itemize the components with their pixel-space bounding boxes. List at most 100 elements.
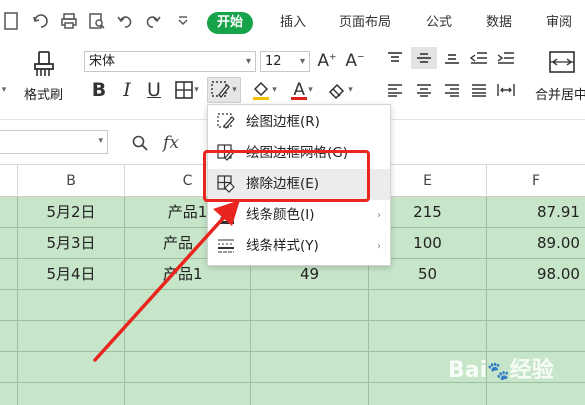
save-icon[interactable] [30, 10, 52, 32]
table-row [0, 290, 585, 321]
cell-d[interactable] [251, 352, 369, 383]
chevron-down-icon: ▾ [194, 85, 199, 95]
column-header-b[interactable]: B [18, 165, 125, 197]
fill-color-button[interactable]: ▾ [247, 78, 281, 102]
align-center-icon [417, 84, 431, 97]
cell-f[interactable] [487, 290, 585, 321]
cell-b[interactable]: 5月2日 [18, 197, 125, 228]
clear-format-button[interactable]: ▾ [323, 78, 357, 102]
insert-function-button[interactable]: fx [158, 132, 184, 154]
cell-a[interactable] [0, 383, 18, 405]
cell-c[interactable] [125, 383, 251, 405]
font-name-select[interactable]: 宋体 ▾ [84, 51, 256, 72]
align-right-icon [445, 84, 459, 97]
align-top-button[interactable] [384, 48, 406, 68]
grow-font-icon: A+ [317, 51, 337, 71]
zoom-icon[interactable] [130, 133, 150, 153]
watermark-logo: Bai🐾经验 [448, 358, 554, 383]
align-top-icon [388, 52, 402, 62]
tab-page-layout[interactable]: 页面布局 [334, 12, 396, 34]
cell-c[interactable] [125, 321, 251, 352]
cell-d[interactable] [251, 290, 369, 321]
chevron-down-icon: ▾ [232, 85, 237, 95]
cell-a[interactable] [0, 228, 18, 259]
align-bottom-button[interactable] [441, 48, 463, 68]
menu-item-line-color[interactable]: 线条颜色(I) › [208, 200, 390, 231]
cell-b[interactable]: 5月4日 [18, 259, 125, 290]
cell-b[interactable] [18, 321, 125, 352]
print-preview-icon[interactable] [86, 10, 108, 32]
grow-font-button[interactable]: A+ [316, 50, 338, 72]
cell-f[interactable]: 98.00 [487, 259, 585, 290]
cell-a[interactable] [0, 321, 18, 352]
cell-b[interactable] [18, 383, 125, 405]
tab-data[interactable]: 数据 [483, 12, 515, 34]
tab-formulas[interactable]: 公式 [423, 12, 455, 34]
shrink-font-icon: A− [345, 51, 365, 71]
cell-f[interactable]: 87.91 [487, 197, 585, 228]
print-icon[interactable] [58, 10, 80, 32]
decrease-indent-button[interactable] [468, 48, 490, 68]
line-color-icon [218, 209, 234, 224]
title-bar: 开始 插入 页面布局 公式 数据 审阅 [0, 0, 585, 42]
distributed-align-button[interactable] [495, 80, 517, 100]
align-middle-button[interactable] [411, 47, 437, 69]
italic-button[interactable]: I [116, 78, 138, 102]
tab-insert[interactable]: 插入 [276, 12, 310, 34]
menu-item-draw-border[interactable]: 绘图边框(R) [208, 107, 390, 138]
bold-button[interactable]: B [88, 78, 110, 102]
cell-d[interactable] [251, 383, 369, 405]
font-size-select[interactable]: 12 ▾ [260, 51, 310, 72]
font-size-value: 12 [265, 54, 282, 69]
menu-item-line-style[interactable]: 线条样式(Y) › [208, 231, 390, 262]
cell-f[interactable] [487, 321, 585, 352]
column-header-f[interactable]: F [487, 165, 585, 197]
merge-center-icon[interactable] [547, 49, 577, 75]
increase-indent-button[interactable] [495, 48, 517, 68]
merge-center-label[interactable]: 合并居中 [535, 84, 585, 103]
tab-review[interactable]: 审阅 [542, 12, 576, 34]
paint-bucket-icon [253, 81, 270, 100]
draw-border-button[interactable]: ▾ [207, 77, 241, 103]
shrink-font-button[interactable]: A− [344, 50, 366, 72]
format-painter-icon[interactable] [28, 48, 60, 80]
cell-b[interactable] [18, 290, 125, 321]
page-icon[interactable] [0, 10, 22, 32]
redo-icon[interactable] [142, 10, 164, 32]
undo-icon[interactable] [114, 10, 136, 32]
table-row [0, 383, 585, 405]
align-center-button[interactable] [413, 80, 435, 100]
cell-e[interactable] [369, 321, 487, 352]
format-painter-label[interactable]: 格式刷 [24, 84, 63, 103]
cell-d[interactable] [251, 321, 369, 352]
paste-dropdown-icon[interactable]: ▾ [0, 82, 8, 98]
cell-b[interactable] [18, 352, 125, 383]
cell-a[interactable] [0, 352, 18, 383]
font-color-button[interactable]: A ▾ [285, 78, 319, 102]
justify-button[interactable] [468, 80, 490, 100]
table-row [0, 321, 585, 352]
align-right-button[interactable] [441, 80, 463, 100]
cell-e[interactable] [369, 383, 487, 405]
chevron-down-icon: ▾ [348, 85, 353, 95]
menu-item-label: 绘图边框(R) [246, 114, 320, 130]
underline-button[interactable]: U [143, 78, 165, 102]
cell-c[interactable] [125, 352, 251, 383]
align-left-button[interactable] [384, 80, 406, 100]
line-style-icon [218, 239, 234, 253]
cell-f[interactable]: 89.00 [487, 228, 585, 259]
cell-b[interactable]: 5月3日 [18, 228, 125, 259]
cell-a[interactable] [0, 197, 18, 228]
cell-f[interactable] [487, 383, 585, 405]
border-button[interactable]: ▾ [171, 79, 203, 101]
customize-quick-access-icon[interactable] [172, 10, 194, 32]
border-icon [175, 81, 194, 99]
chevron-down-icon: ▾ [299, 56, 305, 67]
cell-a[interactable] [0, 259, 18, 290]
tab-home[interactable]: 开始 [207, 12, 254, 34]
name-box[interactable]: ▾ [0, 130, 108, 154]
column-header-a[interactable] [0, 165, 18, 197]
cell-e[interactable] [369, 290, 487, 321]
cell-a[interactable] [0, 290, 18, 321]
cell-c[interactable] [125, 290, 251, 321]
